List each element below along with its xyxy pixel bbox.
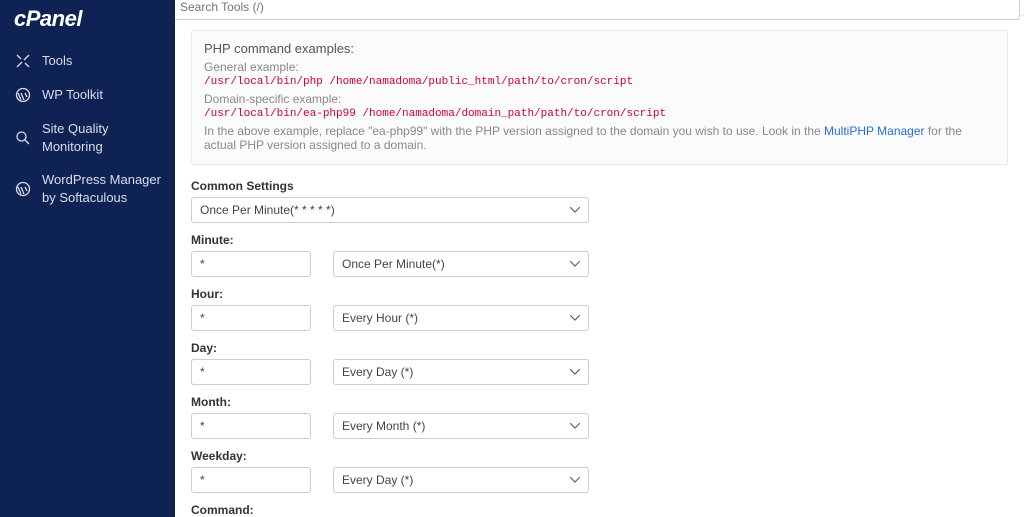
examples-domain-label: Domain-specific example: (204, 92, 995, 106)
content: PHP command examples: General example: /… (175, 16, 1024, 517)
sidebar-item-wp-manager[interactable]: WordPress Manager by Softaculous (0, 163, 175, 214)
wordpress-icon (14, 180, 32, 198)
month-input[interactable] (191, 413, 311, 439)
examples-general-code: /usr/local/bin/php /home/namadoma/public… (204, 76, 995, 88)
weekday-label: Weekday: (191, 449, 1008, 463)
weekday-preset-select[interactable]: Every Day (*) (333, 467, 589, 493)
logo: cPanel (0, 0, 175, 44)
tools-icon (14, 52, 32, 70)
minute-label: Minute: (191, 233, 1008, 247)
command-label: Command: (191, 503, 1008, 517)
sidebar-item-wp-toolkit[interactable]: WP Toolkit (0, 78, 175, 112)
main: PHP command examples: General example: /… (175, 0, 1024, 517)
day-preset-select[interactable]: Every Day (*) (333, 359, 589, 385)
sidebar-item-label: WP Toolkit (42, 86, 103, 104)
examples-box: PHP command examples: General example: /… (191, 30, 1008, 165)
common-settings-label: Common Settings (191, 179, 1008, 193)
day-label: Day: (191, 341, 1008, 355)
sidebar-item-label: WordPress Manager by Softaculous (42, 171, 161, 206)
hour-input[interactable] (191, 305, 311, 331)
search-input[interactable] (175, 0, 1020, 20)
month-preset-select[interactable]: Every Month (*) (333, 413, 589, 439)
common-settings-select[interactable]: Once Per Minute(* * * * *) (191, 197, 589, 223)
hour-preset-select[interactable]: Every Hour (*) (333, 305, 589, 331)
sidebar-item-label: Tools (42, 52, 72, 70)
wordpress-icon (14, 86, 32, 104)
sidebar-item-tools[interactable]: Tools (0, 44, 175, 78)
multiphp-link[interactable]: MultiPHP Manager (824, 124, 925, 138)
day-input[interactable] (191, 359, 311, 385)
hour-label: Hour: (191, 287, 1008, 301)
magnifier-icon (14, 129, 32, 147)
sidebar: cPanel Tools WP Toolkit Site Quality Mon… (0, 0, 175, 517)
month-label: Month: (191, 395, 1008, 409)
examples-note-pre: In the above example, replace "ea-php99"… (204, 124, 824, 138)
examples-domain-code: /usr/local/bin/ea-php99 /home/namadoma/d… (204, 108, 995, 120)
examples-note: In the above example, replace "ea-php99"… (204, 124, 995, 152)
logo-text: cPanel (14, 6, 82, 31)
weekday-input[interactable] (191, 467, 311, 493)
sidebar-item-label: Site Quality Monitoring (42, 120, 161, 155)
minute-preset-select[interactable]: Once Per Minute(*) (333, 251, 589, 277)
examples-general-label: General example: (204, 60, 995, 74)
examples-title: PHP command examples: (204, 41, 995, 56)
sidebar-item-site-quality[interactable]: Site Quality Monitoring (0, 112, 175, 163)
topbar (175, 0, 1024, 16)
minute-input[interactable] (191, 251, 311, 277)
